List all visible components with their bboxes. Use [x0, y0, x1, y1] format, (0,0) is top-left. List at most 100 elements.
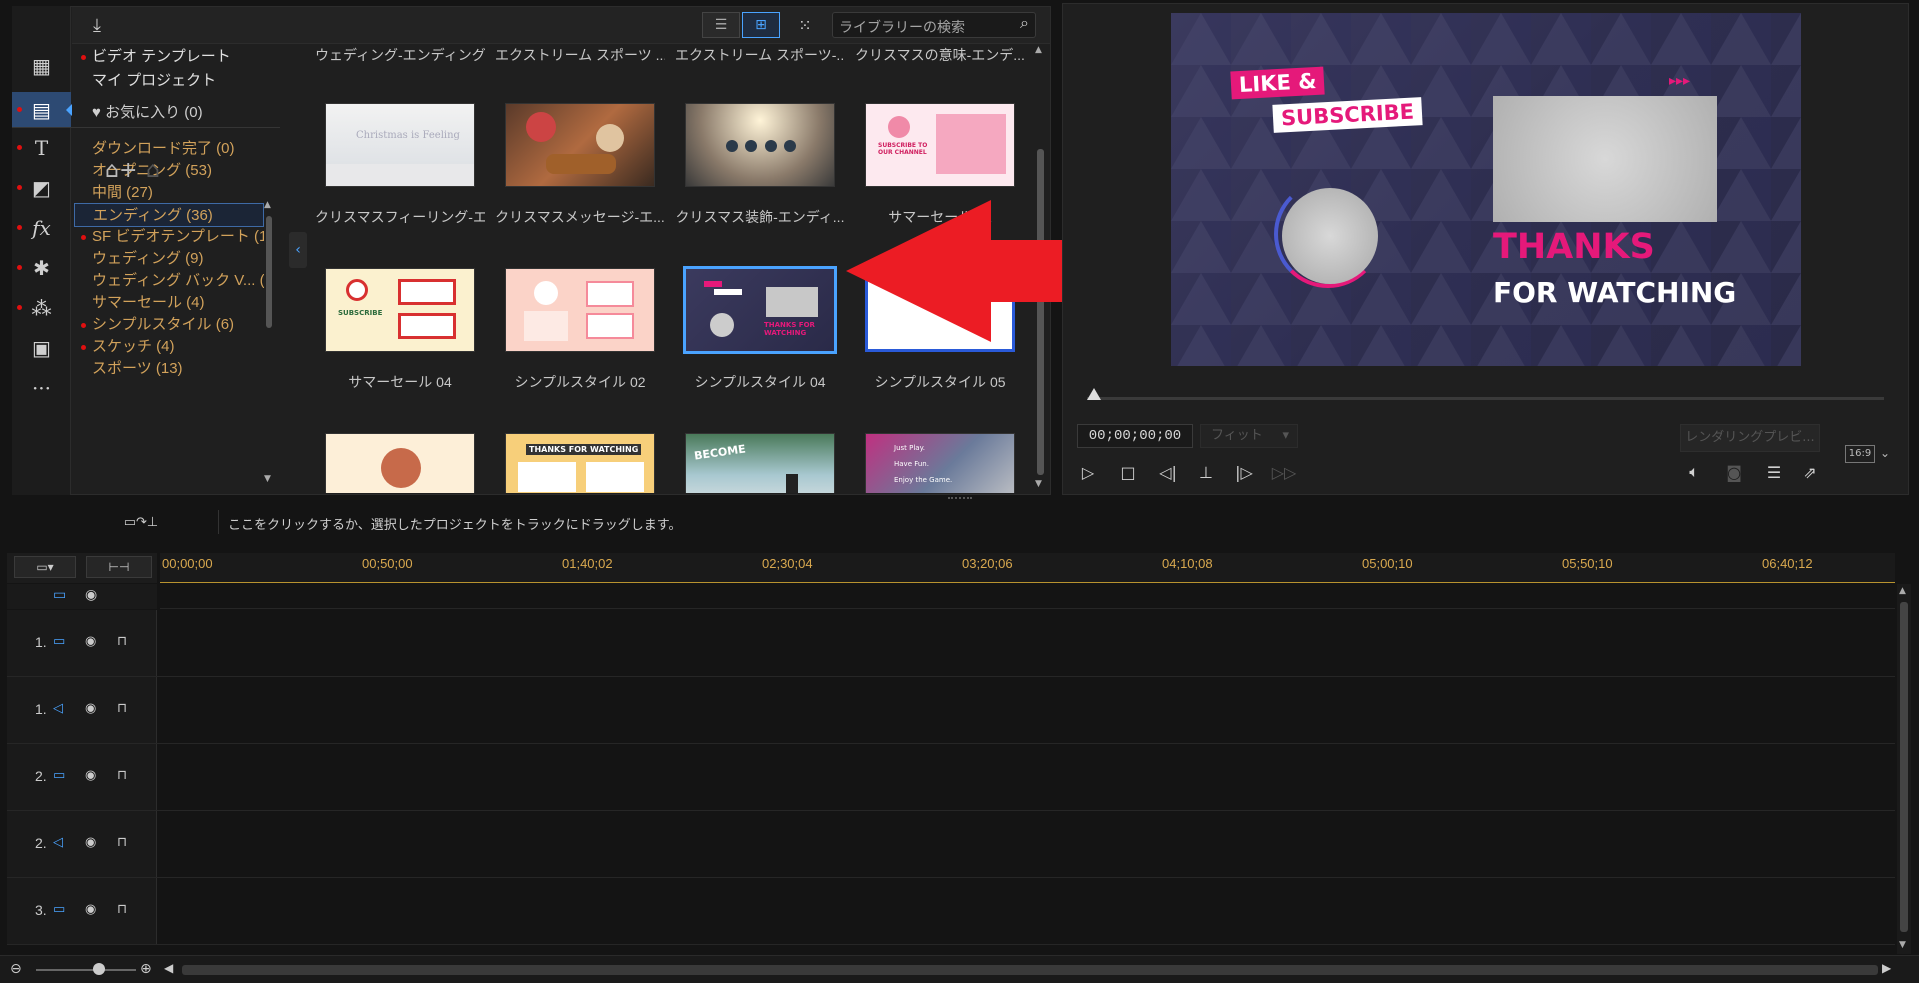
timeline-hscroll-thumb[interactable]: [182, 965, 1878, 975]
play-button[interactable]: ▷: [1074, 458, 1102, 486]
pip-room-button[interactable]: ✱: [12, 250, 71, 286]
timecode-display[interactable]: 00;00;00;00: [1077, 424, 1193, 448]
track-body[interactable]: [159, 677, 1895, 743]
template-thumb[interactable]: SUBSCRIBE: [325, 268, 475, 352]
video-track-icon: ▭: [53, 634, 66, 649]
timeline-ruler[interactable]: [160, 553, 1895, 583]
lock-icon[interactable]: ⊓: [117, 701, 127, 716]
scroll-down-icon[interactable]: ▼: [1035, 479, 1042, 489]
subtitle-room-button[interactable]: ▣: [12, 330, 71, 366]
template-thumb[interactable]: [325, 433, 475, 493]
template-thumb[interactable]: Just Play. Have Fun. Enjoy the Game.: [865, 433, 1015, 493]
scroll-up-icon[interactable]: ▲: [1899, 586, 1906, 596]
lock-icon[interactable]: ⊓: [117, 835, 127, 850]
eye-icon[interactable]: ◉: [85, 835, 96, 850]
category-item[interactable]: ダウンロード完了 (0): [74, 137, 264, 161]
scroll-thumb[interactable]: [266, 216, 272, 328]
tree-root-item[interactable]: マイ プロジェクト: [74, 69, 264, 93]
category-item[interactable]: オープニング (53): [74, 159, 264, 183]
category-item[interactable]: サマーセール (4): [74, 291, 264, 315]
eye-icon[interactable]: ◉: [85, 768, 96, 783]
scroll-left-icon[interactable]: ◀: [164, 961, 173, 975]
category-item[interactable]: シンプルスタイル (6): [74, 313, 264, 337]
lock-icon[interactable]: ⊓: [117, 634, 127, 649]
grid-view-button[interactable]: ⊞: [742, 12, 780, 38]
category-item[interactable]: SF ビデオテンプレート (10): [74, 225, 264, 249]
remove-tag-icon[interactable]: ⌂: [146, 158, 160, 183]
template-thumb[interactable]: BECOME: [685, 433, 835, 493]
library-search-input[interactable]: ライブラリーの検索 ⌕: [832, 12, 1036, 38]
stop-button[interactable]: □: [1114, 458, 1142, 486]
template-thumb-selected[interactable]: THANKS FOR WATCHING: [683, 266, 837, 354]
import-button[interactable]: ⤓: [84, 13, 110, 37]
panel-splitter[interactable]: [948, 497, 972, 501]
list-icon: ☰: [1766, 462, 1782, 482]
category-scrollbar[interactable]: ▲ ▼: [264, 200, 274, 490]
template-thumb[interactable]: THANKS FOR WATCHING: [505, 433, 655, 493]
chevron-down-icon[interactable]: ⌄: [1880, 446, 1890, 460]
undock-button[interactable]: ⇗: [1796, 458, 1824, 486]
scrubber-handle[interactable]: [1087, 388, 1101, 400]
preview-scrubber[interactable]: [1087, 388, 1884, 400]
add-tag-icon[interactable]: ⌂+: [105, 158, 137, 183]
timeline-vscroll[interactable]: ▲ ▼: [1897, 584, 1911, 954]
transition-room-button[interactable]: ◩: [12, 170, 71, 206]
scroll-down-icon[interactable]: ▼: [264, 474, 271, 484]
zoom-slider-handle[interactable]: [93, 963, 105, 975]
list-view-button[interactable]: ☰: [702, 12, 740, 38]
tree-root-item[interactable]: ビデオ テンプレート: [74, 45, 264, 69]
title-room-button[interactable]: T: [12, 130, 71, 166]
template-thumb[interactable]: SUBSCRIBE TO OUR CHANNEL: [865, 103, 1015, 187]
effect-room-button[interactable]: fx: [12, 210, 71, 246]
fast-forward-button[interactable]: ▷▷: [1270, 458, 1298, 486]
zoom-fit-dropdown[interactable]: フィット ▾: [1200, 424, 1298, 448]
category-item[interactable]: ウェディング (9): [74, 247, 264, 271]
fit-timeline-button[interactable]: ⊢⊣: [86, 556, 152, 578]
eye-icon[interactable]: ◉: [85, 902, 96, 917]
prev-frame-button[interactable]: ◁|: [1154, 458, 1182, 486]
zoom-slider[interactable]: [36, 969, 136, 971]
zoom-out-icon[interactable]: ⊖: [10, 961, 22, 977]
scroll-up-icon[interactable]: ▲: [1035, 45, 1042, 55]
next-frame-button[interactable]: |▷: [1230, 458, 1258, 486]
scroll-down-icon[interactable]: ▼: [1899, 940, 1906, 950]
master-track-body[interactable]: [160, 584, 1895, 609]
more-rooms-button[interactable]: ···: [12, 370, 71, 406]
category-item[interactable]: エンディング (36): [74, 203, 264, 227]
scroll-up-icon[interactable]: ▲: [264, 200, 271, 210]
thumbnail-size-button[interactable]: ⁙: [792, 12, 818, 38]
lock-icon[interactable]: ⊓: [117, 768, 127, 783]
category-item[interactable]: スケッチ (4): [74, 335, 264, 359]
category-item[interactable]: 中間 (27): [74, 181, 264, 205]
track-body[interactable]: [159, 744, 1895, 810]
snapshot-button[interactable]: ◙: [1720, 458, 1748, 486]
zoom-in-icon[interactable]: ⊕: [140, 961, 152, 977]
search-icon[interactable]: ⌕: [1020, 15, 1029, 33]
media-room-button[interactable]: ▦: [12, 48, 71, 84]
render-preview-button[interactable]: レンダリングプレビ...: [1680, 424, 1820, 452]
scroll-thumb[interactable]: [1900, 602, 1908, 932]
category-item[interactable]: ウェディング バック V... (6): [74, 269, 264, 293]
template-room-button[interactable]: ▤: [12, 92, 72, 128]
track-insert-button[interactable]: ▭↷⊥: [106, 512, 176, 532]
scroll-right-icon[interactable]: ▶: [1882, 961, 1891, 975]
preview-settings-button[interactable]: ☰: [1760, 458, 1788, 486]
eye-icon[interactable]: ◉: [85, 701, 96, 716]
track-body[interactable]: [159, 811, 1895, 877]
template-thumb[interactable]: [505, 103, 655, 187]
aspect-ratio-selector[interactable]: 16:9: [1845, 445, 1875, 463]
timeline-mode-button[interactable]: ▭▾: [14, 556, 76, 578]
lock-icon[interactable]: ⊓: [117, 902, 127, 917]
eye-icon[interactable]: ◉: [85, 587, 97, 603]
favorites-item[interactable]: ♥ お気に入り (0): [74, 101, 264, 125]
template-thumb[interactable]: Christmas is Feeling: [325, 103, 475, 187]
track-body[interactable]: [159, 878, 1895, 944]
template-thumb[interactable]: [685, 103, 835, 187]
track-body[interactable]: [159, 610, 1895, 676]
volume-button[interactable]: 🔈︎: [1680, 458, 1708, 486]
category-item[interactable]: スポーツ (13): [74, 357, 264, 381]
split-button[interactable]: ⊥: [1192, 458, 1220, 486]
eye-icon[interactable]: ◉: [85, 634, 96, 649]
particle-room-button[interactable]: ⁂: [12, 290, 71, 326]
template-thumb[interactable]: [505, 268, 655, 352]
